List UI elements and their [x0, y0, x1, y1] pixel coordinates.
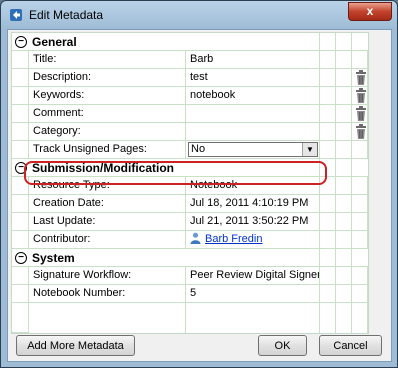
metadata-window-icon: [10, 9, 22, 21]
close-button[interactable]: x: [348, 2, 392, 21]
resource-type-value: Notebook: [186, 177, 320, 195]
ok-button[interactable]: OK: [258, 335, 307, 356]
user-icon: [190, 232, 201, 244]
collapse-general-toggle[interactable]: −: [15, 36, 27, 48]
collapse-system-toggle[interactable]: −: [15, 252, 27, 264]
trash-icon[interactable]: [355, 106, 367, 121]
section-title: General: [32, 35, 77, 49]
notebook-number-value: 5: [186, 285, 320, 303]
trash-icon[interactable]: [355, 70, 367, 85]
chevron-down-icon[interactable]: ▼: [302, 143, 317, 156]
field-label: Title:: [29, 51, 186, 69]
add-more-metadata-button[interactable]: Add More Metadata: [16, 335, 135, 356]
field-label: Keywords:: [29, 87, 186, 105]
dialog-body: − General Title: Barb Description: test: [7, 29, 392, 362]
metadata-row-signature-workflow: Signature Workflow: Peer Review Digital …: [12, 267, 368, 285]
description-value[interactable]: test: [186, 69, 320, 87]
field-label: Description:: [29, 69, 186, 87]
select-value: No: [191, 143, 206, 155]
trash-icon[interactable]: [355, 124, 367, 139]
window-title: Edit Metadata: [29, 8, 104, 22]
metadata-row-keywords: Keywords: notebook: [12, 87, 368, 105]
collapse-submission-toggle[interactable]: −: [15, 162, 27, 174]
metadata-row-description: Description: test: [12, 69, 368, 87]
trash-icon[interactable]: [355, 88, 367, 103]
section-system[interactable]: − System: [12, 249, 368, 267]
section-title: Submission/Modification: [32, 161, 175, 175]
metadata-row-category: Category:: [12, 123, 368, 141]
field-label: Last Update:: [29, 213, 186, 231]
edit-metadata-window: Edit Metadata x − General Title: Barb De…: [0, 0, 398, 368]
field-label: Notebook Number:: [29, 285, 186, 303]
metadata-row-resource-type: Resource Type: Notebook: [12, 177, 368, 195]
field-label: Track Unsigned Pages:: [29, 141, 186, 159]
field-label: Comment:: [29, 105, 186, 123]
metadata-row-creation-date: Creation Date: Jul 18, 2011 4:10:19 PM: [12, 195, 368, 213]
grid-empty-area: [12, 303, 368, 333]
track-unsigned-pages-select[interactable]: No ▼: [188, 142, 318, 157]
metadata-row-contributor: Contributor: Barb Fredin: [12, 231, 368, 249]
field-label: Creation Date:: [29, 195, 186, 213]
signature-workflow-value: Peer Review Digital Signer: [186, 267, 320, 285]
comment-value[interactable]: [186, 105, 320, 123]
field-label: Resource Type:: [29, 177, 186, 195]
metadata-row-track-unsigned-pages: Track Unsigned Pages: No ▼: [12, 141, 368, 159]
cancel-button[interactable]: Cancel: [319, 335, 382, 356]
metadata-row-last-update: Last Update: Jul 21, 2011 3:50:22 PM: [12, 213, 368, 231]
contributor-link[interactable]: Barb Fredin: [205, 233, 262, 245]
metadata-row-title: Title: Barb: [12, 51, 368, 69]
field-label: Signature Workflow:: [29, 267, 186, 285]
metadata-row-notebook-number: Notebook Number: 5: [12, 285, 368, 303]
section-general[interactable]: − General: [12, 33, 368, 51]
metadata-row-comment: Comment:: [12, 105, 368, 123]
field-label: Contributor:: [29, 231, 186, 249]
section-submission-modification[interactable]: − Submission/Modification: [12, 159, 368, 177]
creation-date-value: Jul 18, 2011 4:10:19 PM: [186, 195, 320, 213]
title-bar[interactable]: Edit Metadata x: [1, 1, 397, 29]
metadata-grid: − General Title: Barb Description: test: [11, 32, 369, 334]
last-update-value: Jul 21, 2011 3:50:22 PM: [186, 213, 320, 231]
category-value[interactable]: [186, 123, 320, 141]
field-label: Category:: [29, 123, 186, 141]
section-title: System: [32, 251, 75, 265]
keywords-value[interactable]: notebook: [186, 87, 320, 105]
title-value[interactable]: Barb: [186, 51, 320, 69]
